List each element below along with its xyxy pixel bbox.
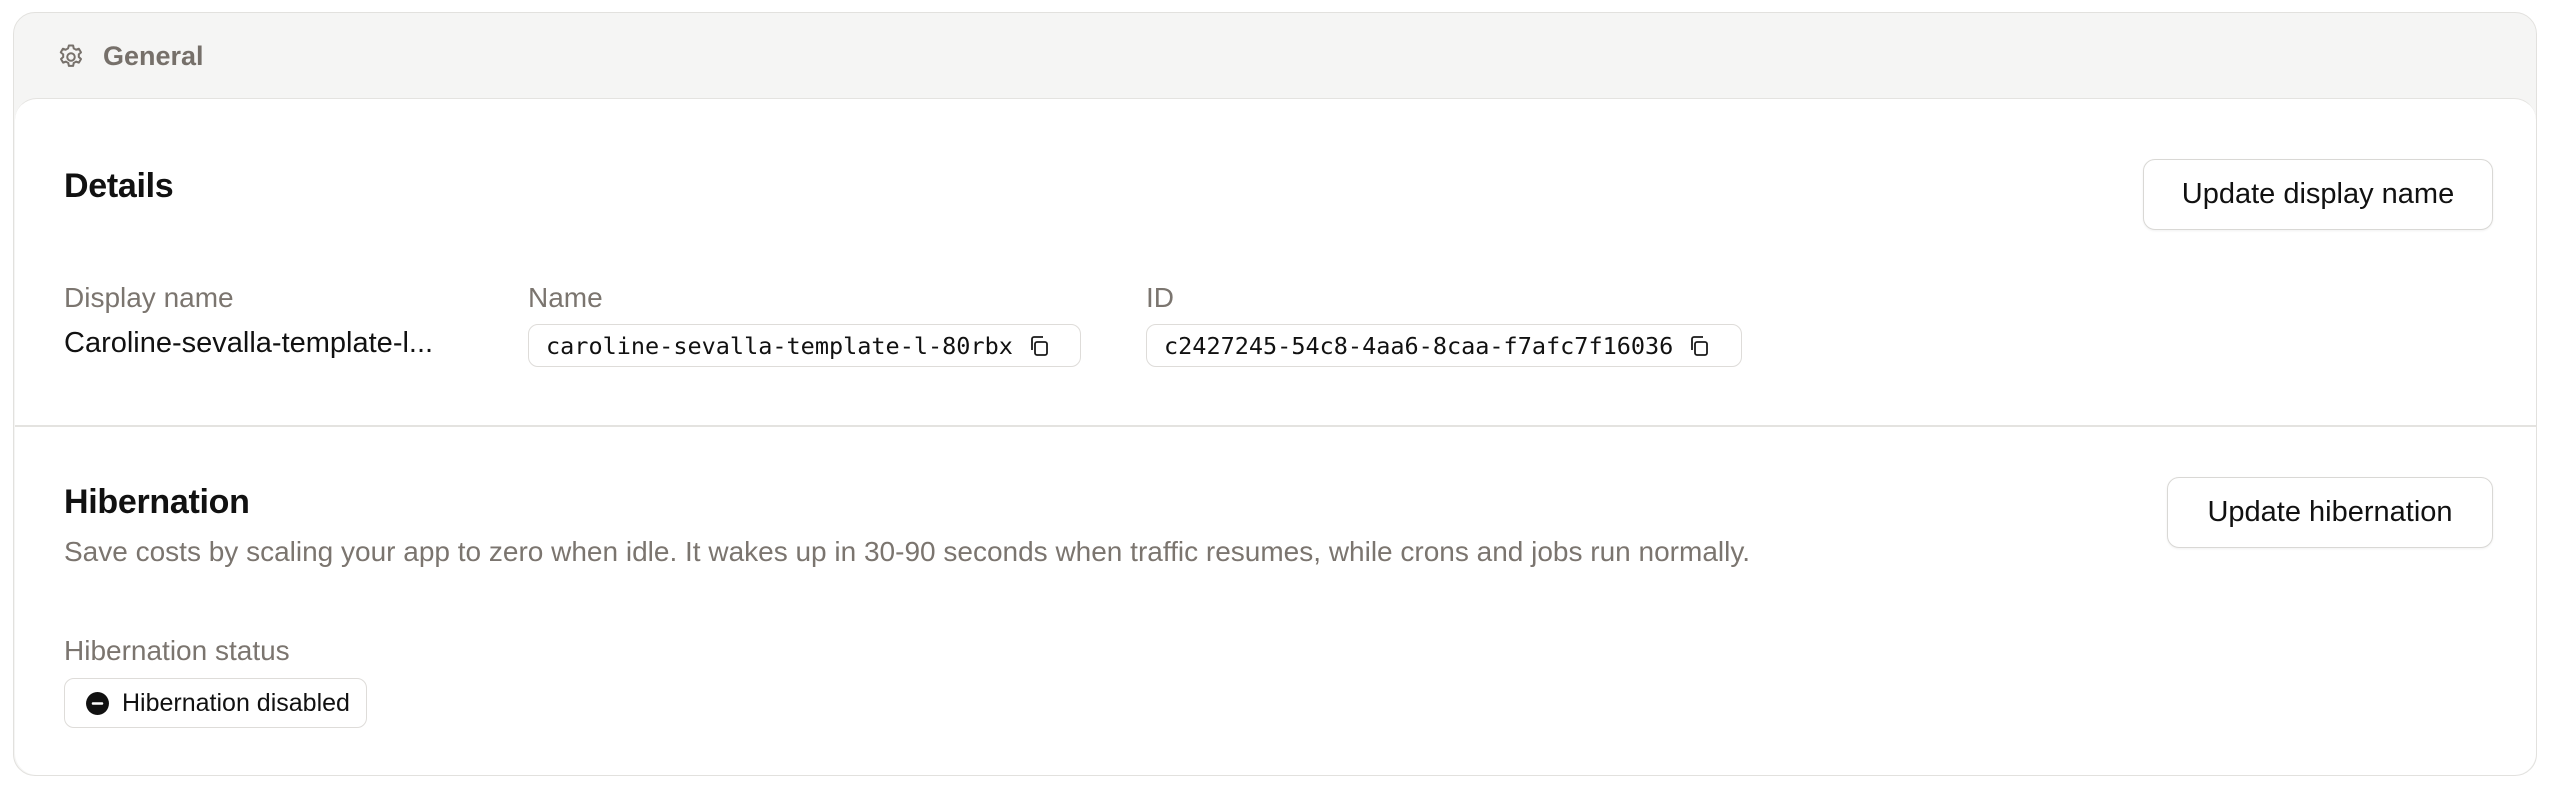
- hibernation-status-label: Hibernation status: [64, 635, 290, 666]
- name-chip[interactable]: caroline-sevalla-template-l-80rbx: [528, 324, 1081, 367]
- name-value: caroline-sevalla-template-l-80rbx: [546, 331, 1013, 360]
- section-divider: [15, 425, 2536, 427]
- name-label: Name: [528, 282, 603, 313]
- hibernation-description: Save costs by scaling your app to zero w…: [64, 536, 1751, 567]
- details-title: Details: [64, 167, 174, 205]
- id-value: c2427245-54c8-4aa6-8caa-f7afc7f16036: [1164, 331, 1674, 360]
- display-name-value: Caroline-sevalla-template-l...: [64, 327, 434, 359]
- panel-header: General: [14, 13, 2536, 98]
- hibernation-status-value: Hibernation disabled: [122, 688, 350, 717]
- copy-icon[interactable]: [1687, 334, 1711, 358]
- id-chip[interactable]: c2427245-54c8-4aa6-8caa-f7afc7f16036: [1146, 324, 1742, 367]
- gear-icon: [59, 44, 82, 67]
- general-panel: General Details Update display name Disp…: [13, 12, 2537, 776]
- minus-circle-icon: [86, 691, 109, 715]
- status-badge: Hibernation disabled: [64, 678, 367, 728]
- id-label: ID: [1146, 282, 1174, 313]
- hibernation-title: Hibernation: [64, 483, 250, 521]
- copy-icon[interactable]: [1027, 334, 1051, 358]
- update-hibernation-button[interactable]: Update hibernation: [2167, 477, 2493, 548]
- display-name-label: Display name: [64, 282, 234, 313]
- panel-title: General: [103, 41, 204, 71]
- update-display-name-button[interactable]: Update display name: [2143, 159, 2493, 230]
- panel-body: Details Update display name Display name…: [15, 98, 2536, 775]
